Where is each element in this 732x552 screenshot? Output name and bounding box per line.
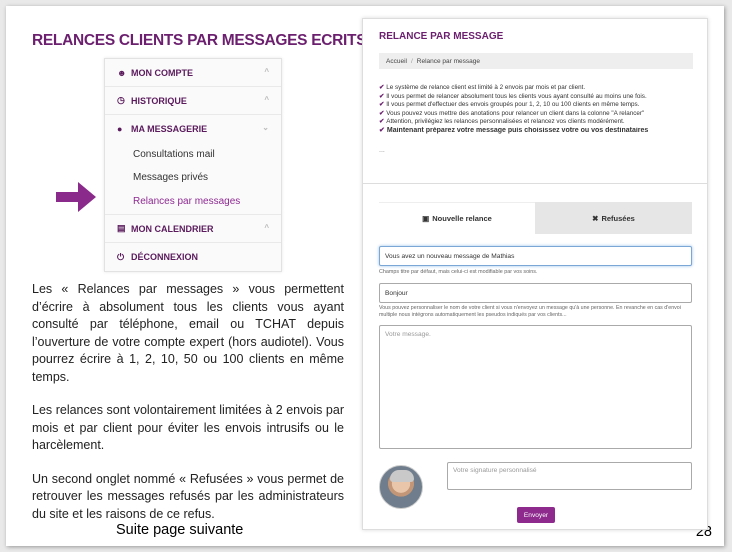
tab-refusees[interactable]: ✖ Refusées: [535, 202, 692, 234]
tab-label: Nouvelle relance: [432, 214, 492, 223]
breadcrumb-separator: /: [410, 57, 413, 65]
check-icon: ✔: [379, 101, 385, 109]
user-icon: ☻: [117, 67, 127, 78]
chevron-up-icon: ^: [264, 67, 269, 76]
greeting-input[interactable]: Bonjour: [379, 283, 692, 303]
check-icon: ✔: [379, 118, 385, 126]
menu-item-mon-compte[interactable]: ☻ MON COMPTE ^: [105, 59, 281, 87]
calendar-icon: ▤: [117, 223, 126, 233]
check-icon: ✔: [379, 109, 385, 117]
paragraph: Les relances sont volontairement limitée…: [32, 403, 344, 452]
list-item: ✔ Attention, privilégiez les relances per…: [379, 118, 699, 127]
list-item-text: Il vous permet d'effectuer des envois gr…: [386, 101, 640, 109]
title-help: Champs titre par défaut, mais celui-ci e…: [379, 269, 538, 275]
menu-item-deconnexion[interactable]: ⏻ DÉCONNEXION: [105, 243, 281, 271]
menu-label: MON COMPTE: [131, 67, 193, 78]
menu-item-ma-messagerie[interactable]: ● MA MESSAGERIE ⌄: [105, 115, 281, 143]
greeting-help: Vous pouvez personnaliser le nom de votr…: [379, 305, 681, 318]
message-textarea[interactable]: Votre message.: [379, 325, 692, 449]
chevron-up-icon: ^: [264, 95, 269, 104]
screenshot-title: RELANCE PAR MESSAGE: [379, 31, 504, 42]
menu-item-historique[interactable]: ◷ HISTORIQUE ^: [105, 87, 281, 115]
submenu-consultations-mail[interactable]: Consultations mail: [105, 143, 281, 166]
description: Les « Relances par messages » vous perme…: [32, 281, 344, 539]
list-item-text: Attention, privilégiez les relances pers…: [386, 118, 625, 126]
tab-label: Refusées: [601, 213, 635, 223]
breadcrumb: Accueil / Relance par message: [379, 53, 693, 69]
tab-nouvelle-relance[interactable]: ▣ Nouvelle relance: [379, 202, 535, 234]
send-button[interactable]: Envoyer: [517, 507, 555, 523]
page-title: RELANCES CLIENTS PAR MESSAGES ECRITS: [32, 32, 367, 49]
list-item: ✔ Il vous permet de relancer absolument t…: [379, 93, 699, 102]
paragraph: Les « Relances par messages » vous perme…: [32, 282, 344, 384]
continued-note: Suite page suivante: [116, 522, 244, 538]
ellipsis: ...: [379, 147, 385, 154]
account-menu: ☻ MON COMPTE ^ ◷ HISTORIQUE ^ ● MA MESSA…: [104, 58, 282, 272]
list-item: ✔ Maintenant préparez votre message puis …: [379, 127, 699, 136]
clock-icon: ◷: [117, 95, 125, 105]
pointer-arrow-icon: [56, 182, 96, 212]
power-icon: ⏻: [117, 251, 125, 262]
inbox-icon: ▣: [422, 214, 430, 223]
chevron-down-icon: ⌄: [262, 123, 269, 132]
check-icon: ✔: [379, 92, 385, 100]
menu-label: MON CALENDRIER: [131, 223, 214, 234]
check-icon: ✔: [379, 126, 385, 134]
chat-icon: ●: [117, 124, 123, 134]
submenu-messages-prives[interactable]: Messages privés: [105, 166, 281, 189]
avatar-hair: [390, 470, 414, 482]
close-icon: ✖: [592, 213, 599, 223]
menu-label: HISTORIQUE: [131, 95, 187, 106]
breadcrumb-home[interactable]: Accueil: [386, 58, 407, 65]
list-item-text: Vous pouvez vous mettre des anotations p…: [386, 109, 645, 117]
list-item: ✔ Le système de relance client est limité…: [379, 84, 699, 93]
breadcrumb-current: Relance par message: [416, 57, 481, 65]
check-icon: ✔: [379, 84, 385, 91]
list-item-text: Maintenant préparez votre message puis c…: [386, 126, 649, 134]
slide: RELANCES CLIENTS PAR MESSAGES ECRITS ☻ M…: [6, 6, 724, 546]
avatar: [379, 465, 423, 509]
submenu-relances-par-messages[interactable]: Relances par messages: [105, 189, 281, 215]
divider: [363, 183, 707, 184]
list-item-text: Le système de relance client est limité …: [386, 84, 586, 91]
list-item: ✔ Il vous permet d'effectuer des envois g…: [379, 101, 699, 110]
relance-screenshot: RELANCE PAR MESSAGE Accueil / Relance pa…: [362, 18, 708, 530]
signature-textarea[interactable]: Votre signature personnalisé: [447, 462, 692, 490]
chevron-up-icon: ^: [264, 223, 269, 232]
menu-label: MA MESSAGERIE: [131, 124, 208, 134]
menu-item-mon-calendrier[interactable]: ▤ MON CALENDRIER ^: [105, 215, 281, 243]
info-list: ✔ Le système de relance client est limité…: [379, 84, 699, 136]
list-item-text: Il vous permet de relancer absolument to…: [386, 92, 647, 100]
title-input[interactable]: Vous avez un nouveau message de Mathias: [379, 246, 692, 266]
menu-label: DÉCONNEXION: [131, 252, 199, 262]
paragraph: Un second onglet nommé « Refusées » vous…: [32, 471, 344, 521]
list-item: ✔ Vous pouvez vous mettre des anotations …: [379, 110, 699, 119]
